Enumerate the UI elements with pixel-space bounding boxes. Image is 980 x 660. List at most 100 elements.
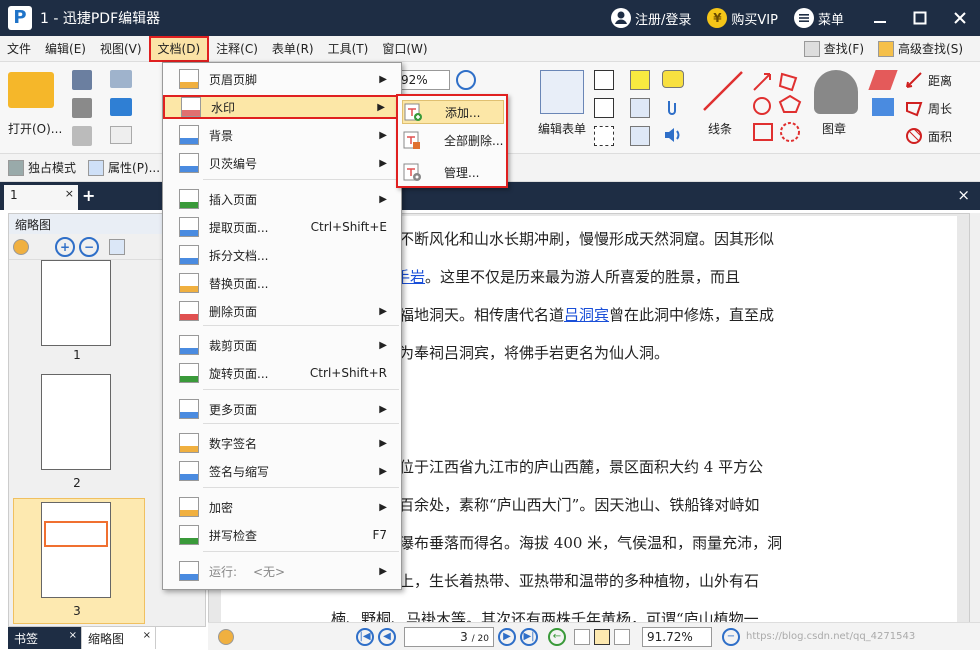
document-menu-item[interactable]: 删除页面 ▶: [163, 299, 401, 323]
menu-window[interactable]: 窗口(W): [375, 38, 434, 60]
thumbnail-zoom-out-icon[interactable]: −: [79, 236, 99, 257]
close-tab-icon[interactable]: ×: [65, 187, 74, 200]
thumbnails-tab[interactable]: 缩略图 ×: [82, 627, 156, 649]
maximize-button[interactable]: [900, 0, 940, 36]
page-thumbnail-1[interactable]: [41, 260, 111, 346]
login-button[interactable]: 注册/登录: [611, 8, 691, 28]
print-icon[interactable]: [72, 98, 92, 118]
thumbnail-zoom-in-icon[interactable]: +: [55, 236, 75, 257]
email-icon[interactable]: [110, 70, 132, 88]
exclusive-mode-button[interactable]: 独占模式: [28, 159, 76, 176]
back-icon[interactable]: ←: [548, 627, 566, 646]
document-menu-item[interactable]: 拼写检查 F7: [163, 523, 401, 547]
document-menu-item[interactable]: 贝茨编号 ▶: [163, 151, 401, 175]
advanced-find-button[interactable]: 高级查找(S): [871, 38, 970, 60]
watermark-delete-all-item[interactable]: 全部删除...: [402, 128, 504, 152]
close-all-icon[interactable]: ×: [957, 186, 970, 204]
distance-icon[interactable]: [904, 70, 924, 90]
settings-gear-icon[interactable]: [13, 238, 29, 255]
document-menu-item[interactable]: 更多页面 ▶: [163, 397, 401, 421]
document-tab[interactable]: 1 ×: [4, 185, 78, 210]
zoom-in-icon[interactable]: [456, 70, 476, 90]
line-tool-label[interactable]: 线条: [708, 120, 732, 137]
document-menu-item[interactable]: 替换页面...: [163, 271, 401, 295]
area-label[interactable]: 面积: [928, 128, 952, 145]
menu-edit[interactable]: 编辑(E): [38, 38, 93, 60]
eraser-icon[interactable]: [872, 98, 894, 116]
line-tool-icon[interactable]: [700, 68, 746, 114]
zoom-level-select[interactable]: 91.72%: [642, 626, 712, 647]
shape-tools-icon[interactable]: [752, 68, 804, 146]
document-menu-item[interactable]: 页眉页脚 ▶: [163, 67, 401, 91]
status-settings-icon[interactable]: [218, 628, 234, 645]
next-page-icon[interactable]: ▶: [498, 627, 516, 646]
first-page-icon[interactable]: |◀: [356, 627, 374, 646]
document-menu-item[interactable]: 水印 ▶: [163, 95, 401, 119]
note-icon[interactable]: [662, 70, 684, 88]
find-button[interactable]: 查找(F): [797, 38, 871, 60]
document-menu-item[interactable]: 背景 ▶: [163, 123, 401, 147]
document-menu-item[interactable]: 裁剪页面 ▶: [163, 333, 401, 357]
close-window-button[interactable]: [940, 0, 980, 36]
watermark-add-item[interactable]: 添加...: [402, 100, 504, 124]
watermark-manage-item[interactable]: 管理...: [402, 160, 504, 184]
export-icon[interactable]: [72, 126, 92, 146]
vertical-scrollbar[interactable]: [970, 213, 980, 625]
open-folder-icon[interactable]: [8, 72, 54, 108]
stamp-label[interactable]: 图章: [822, 120, 846, 137]
stamp-icon[interactable]: [814, 70, 858, 114]
last-page-icon[interactable]: ▶|: [520, 627, 538, 646]
strikethrough-text-icon[interactable]: [630, 98, 650, 118]
attachment-icon[interactable]: [662, 98, 684, 116]
zoom-select[interactable]: 92%: [396, 70, 450, 90]
add-tab-icon[interactable]: +: [82, 186, 95, 205]
save-icon[interactable]: [72, 70, 92, 90]
previous-page-icon[interactable]: ◀: [378, 627, 396, 646]
page-number-input[interactable]: 3 / 20: [404, 626, 494, 647]
properties-button[interactable]: 属性(P)...: [108, 159, 160, 176]
facing-pages-icon[interactable]: [614, 628, 630, 645]
text-field-icon[interactable]: [594, 70, 614, 90]
perimeter-icon[interactable]: [904, 98, 924, 118]
document-menu-item[interactable]: 数字签名 ▶: [163, 431, 401, 455]
document-link[interactable]: 吕洞宾: [564, 306, 609, 324]
edit-form-label[interactable]: 编辑表单: [538, 120, 586, 137]
text-box-icon[interactable]: [594, 98, 614, 118]
menu-view[interactable]: 视图(V): [93, 38, 149, 60]
close-thumbnails-icon[interactable]: ×: [143, 630, 151, 641]
document-menu-item[interactable]: 拆分文档...: [163, 243, 401, 267]
perimeter-label[interactable]: 周长: [928, 100, 952, 117]
scan-icon[interactable]: [110, 98, 132, 116]
page-thumbnail-2[interactable]: [41, 374, 111, 470]
close-bookmarks-icon[interactable]: ×: [69, 630, 77, 641]
distance-label[interactable]: 距离: [928, 72, 952, 89]
single-page-icon[interactable]: [574, 628, 590, 645]
main-menu-button[interactable]: 菜单: [793, 8, 844, 28]
menu-file[interactable]: 文件: [0, 38, 38, 60]
rotate-left-icon[interactable]: [109, 238, 125, 255]
pencil-icon[interactable]: [868, 70, 898, 90]
menu-form[interactable]: 表单(R): [265, 38, 321, 60]
document-menu-item[interactable]: 提取页面... Ctrl+Shift+E: [163, 215, 401, 239]
sound-icon[interactable]: [662, 126, 684, 144]
minimize-button[interactable]: [860, 0, 900, 36]
menu-tools[interactable]: 工具(T): [321, 38, 376, 60]
menu-comment[interactable]: 注释(C): [209, 38, 265, 60]
new-document-icon[interactable]: [110, 126, 132, 144]
document-menu-item[interactable]: 运行: <无> ▶: [163, 559, 401, 583]
continuous-page-icon[interactable]: [594, 628, 610, 645]
document-menu-item[interactable]: 插入页面 ▶: [163, 187, 401, 211]
document-menu-item[interactable]: 签名与缩写 ▶: [163, 459, 401, 483]
document-menu-item[interactable]: 旋转页面... Ctrl+Shift+R: [163, 361, 401, 385]
text-format-icon[interactable]: [630, 126, 650, 146]
page-thumbnail-3[interactable]: [41, 502, 111, 598]
callout-icon[interactable]: [594, 126, 614, 146]
typewriter-icon[interactable]: [630, 70, 650, 90]
menu-document[interactable]: 文档(D): [148, 35, 210, 62]
edit-form-icon[interactable]: [540, 70, 584, 114]
area-icon[interactable]: [904, 126, 924, 146]
buy-vip-button[interactable]: ¥ 购买VIP: [707, 8, 778, 28]
open-button-label[interactable]: 打开(O)...: [8, 120, 62, 137]
document-menu-item[interactable]: 加密 ▶: [163, 495, 401, 519]
bookmarks-tab[interactable]: 书签 ×: [8, 627, 82, 649]
